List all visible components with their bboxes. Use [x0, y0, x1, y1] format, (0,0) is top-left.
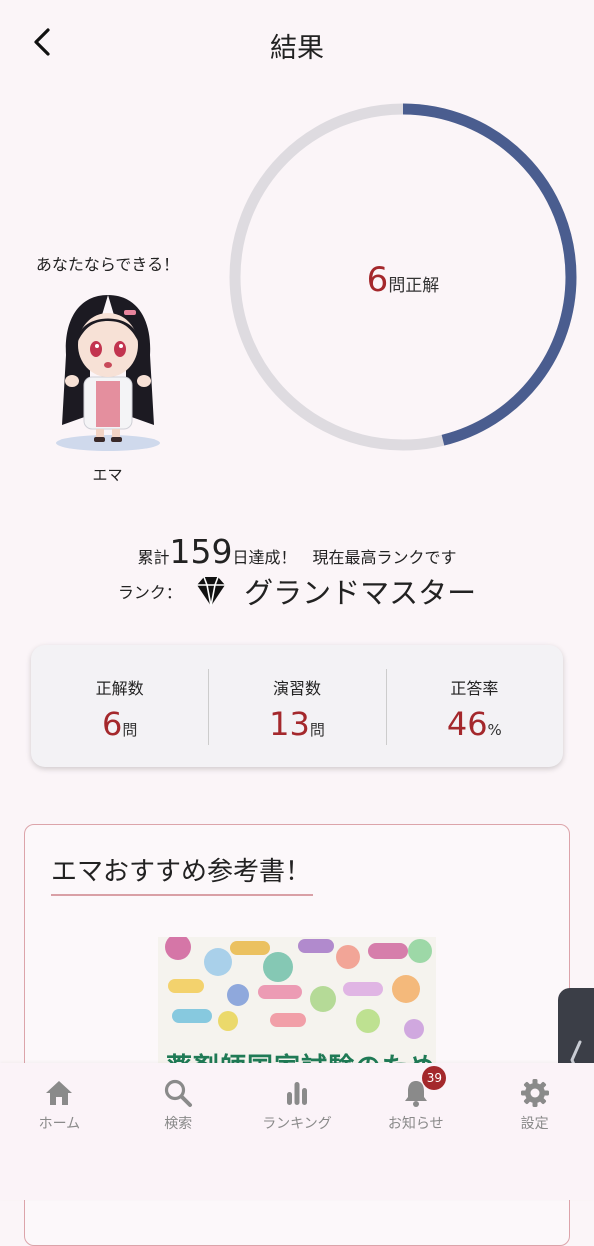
stat-label: 正解数 [95, 679, 144, 698]
nav-search[interactable]: 検索 [119, 1063, 238, 1200]
achievement-line: 累計159日達成！ 現在最高ランクです [0, 532, 594, 571]
stat-unit: % [487, 721, 502, 739]
stat-accuracy: 正答率 46% [385, 645, 563, 767]
nav-ranking[interactable]: ランキング [238, 1063, 357, 1200]
score-number: 6 [366, 260, 389, 300]
nav-label: お知らせ [387, 1116, 444, 1132]
achievement-prefix: 累計 [137, 548, 170, 567]
stat-unit: 問 [122, 721, 138, 739]
stat-unit: 問 [309, 721, 325, 739]
nav-label: ホーム [38, 1116, 81, 1132]
nav-home[interactable]: ホーム [0, 1063, 119, 1200]
score-unit: 問正解 [388, 276, 440, 296]
nav-label: ランキング [262, 1116, 332, 1132]
nav-notifications[interactable]: 39 お知らせ [356, 1063, 475, 1200]
rank-label: ランク： [117, 583, 182, 602]
notification-badge: 39 [422, 1066, 447, 1090]
score-text: 6問正解 [224, 260, 582, 300]
stat-value: 46 [446, 705, 488, 743]
home-icon [46, 1081, 73, 1105]
stat-correct: 正解数 6問 [31, 645, 208, 767]
stat-value: 13 [269, 705, 310, 743]
gear-icon [520, 1079, 549, 1107]
nav-settings[interactable]: 設定 [475, 1063, 594, 1200]
rank-name: グランドマスター [244, 576, 477, 610]
stat-label: 演習数 [272, 679, 321, 698]
header: 結果 [0, 0, 594, 86]
search-icon [165, 1079, 193, 1107]
achievement-days: 159 [169, 532, 233, 571]
rank-row: ランク： グランドマスター [0, 570, 594, 612]
stat-value: 6 [101, 705, 123, 743]
character-name: エマ [92, 466, 123, 484]
ranking-icon [286, 1082, 307, 1105]
bottom-nav: ホーム 検索 ランキング 39 お知らせ 設定 [0, 1063, 594, 1200]
stat-practice: 演習数 13問 [208, 645, 385, 767]
achievement-suffix: 日達成！ 現在最高ランクです [232, 548, 457, 567]
stat-label: 正答率 [450, 679, 499, 698]
character-avatar [56, 295, 160, 451]
nav-label: 設定 [520, 1116, 549, 1132]
diamond-icon [197, 576, 225, 607]
character-speech: あなたならできる！ [35, 255, 180, 274]
nav-label: 検索 [164, 1116, 193, 1132]
stats-card: 正解数 6問 演習数 13問 正答率 46% [31, 645, 563, 767]
recommendation-title: エマおすすめ参考書！ [51, 851, 314, 896]
page-title: 結果 [270, 33, 324, 64]
